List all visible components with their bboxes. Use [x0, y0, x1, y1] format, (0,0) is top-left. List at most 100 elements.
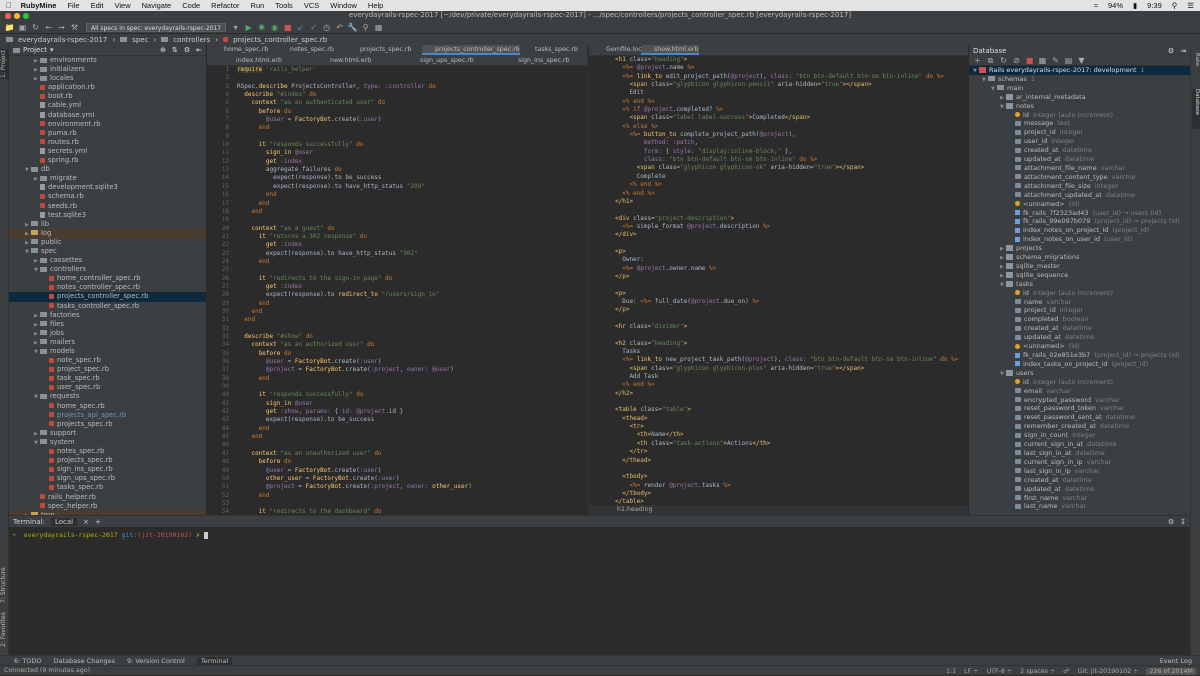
db-tree-item[interactable]: updated_at datetime: [969, 333, 1190, 342]
stop-icon[interactable]: ■: [282, 23, 293, 33]
tree-folder[interactable]: ▶ log: [9, 228, 206, 238]
db-tree-item[interactable]: ▼ notes: [969, 102, 1190, 111]
tree-file[interactable]: boot.rb: [9, 92, 206, 101]
db-tree-item[interactable]: attachment_file_name varchar: [969, 164, 1190, 173]
copy-icon[interactable]: ⧉: [985, 56, 996, 66]
menu-view[interactable]: View: [115, 1, 131, 10]
tree-folder[interactable]: ▶ migrate: [9, 174, 206, 183]
coverage-icon[interactable]: ◉: [269, 23, 280, 33]
lock-icon[interactable]: ☍: [1063, 668, 1069, 675]
tree-file[interactable]: sign_ins_spec.rb: [9, 465, 206, 474]
console-icon[interactable]: ▤: [1063, 56, 1074, 66]
tree-folder[interactable]: ▶ jobs: [9, 329, 206, 338]
tree-file[interactable]: tasks_controller_spec.rb: [9, 302, 206, 311]
tab-gemfile-lock[interactable]: Gemfile.lock: [593, 45, 645, 55]
tool-tab-database[interactable]: Database: [1192, 89, 1200, 129]
crosshair-icon[interactable]: ⊕: [160, 46, 166, 54]
db-tree-item[interactable]: ▶ ar_internal_metadata: [969, 93, 1190, 102]
menu-tools[interactable]: Tools: [275, 1, 293, 10]
db-tree-item[interactable]: fk_rails_7f2323ad43 (user_id) → users (id…: [969, 209, 1190, 218]
db-tree-item[interactable]: remember_created_at datetime: [969, 422, 1190, 431]
tree-file[interactable]: home_controller_spec.rb: [9, 274, 206, 283]
tree-folder[interactable]: ▶ initializers: [9, 65, 206, 74]
db-tree-item[interactable]: completed boolean: [969, 315, 1190, 324]
menu-file[interactable]: File: [67, 1, 79, 10]
db-tree-item[interactable]: index_notes_on_user_id (user_id): [969, 235, 1190, 244]
db-tree-item[interactable]: ▶ sqlite_sequence: [969, 271, 1190, 280]
db-tree-item[interactable]: ▼ Rails everydayrails-rspec-2017: develop…: [969, 66, 1190, 75]
db-tree-item[interactable]: ▶ sqlite_master: [969, 262, 1190, 271]
open-folder-icon[interactable]: 📁: [4, 23, 15, 33]
tree-folder[interactable]: ▶ factories: [9, 311, 206, 320]
tree-file[interactable]: projects_spec.rb: [9, 456, 206, 465]
tree-file[interactable]: secrets.yml: [9, 147, 206, 156]
run-configuration-select[interactable]: All specs in spec: everydayrails-rspec-2…: [86, 23, 227, 32]
minimize-window-button[interactable]: [14, 13, 20, 19]
line-separator[interactable]: LF ÷: [964, 668, 978, 675]
hide-icon[interactable]: ⇤: [196, 46, 202, 54]
db-tree-item[interactable]: created_at datetime: [969, 146, 1190, 155]
db-tree-item[interactable]: <unnamed> (id): [969, 342, 1190, 351]
tab-new-html-erb[interactable]: new.html.erb: [317, 56, 371, 66]
save-icon[interactable]: ▣: [17, 23, 28, 33]
tree-file[interactable]: puma.rb: [9, 129, 206, 138]
table-icon[interactable]: ▦: [1037, 56, 1048, 66]
tree-folder[interactable]: ▶ lib: [9, 220, 206, 229]
vcs-update-icon[interactable]: ↙: [295, 23, 306, 33]
menu-list-icon[interactable]: ☰: [1187, 1, 1194, 10]
build-icon[interactable]: ⚒: [69, 23, 80, 33]
git-branch[interactable]: Git: jit-20190102 ÷: [1078, 668, 1139, 675]
apple-icon[interactable]: : [6, 1, 12, 10]
history-icon[interactable]: ◷: [321, 23, 332, 33]
db-tree-item[interactable]: created_at datetime: [969, 476, 1190, 485]
menu-run[interactable]: Run: [251, 1, 265, 10]
tab-notes-spec[interactable]: notes_spec.rb: [277, 45, 334, 55]
tab-projects-controller-spec[interactable]: projects_controller_spec.rb: [422, 45, 520, 55]
chevron-down-icon[interactable]: ▾: [50, 46, 54, 54]
tree-file[interactable]: environment.rb: [9, 120, 206, 129]
db-tree-item[interactable]: current_sign_in_ip varchar: [969, 458, 1190, 467]
menu-window[interactable]: Window: [330, 1, 357, 10]
db-tree-item[interactable]: index_notes_on_project_id (project_id): [969, 226, 1190, 235]
tree-folder[interactable]: ▶ environments: [9, 56, 206, 65]
tree-file[interactable]: rails_helper.rb: [9, 493, 206, 502]
app-menu[interactable]: RubyMine: [21, 1, 57, 10]
tab-tasks-spec[interactable]: tasks_spec.rb: [522, 45, 578, 55]
run-icon[interactable]: ▶: [243, 23, 254, 33]
menu-refactor[interactable]: Refactor: [211, 1, 239, 10]
db-tree-item[interactable]: sign_in_count integer: [969, 431, 1190, 440]
back-icon[interactable]: ←: [43, 23, 54, 33]
editor-right-breadcrumb[interactable]: h1.heading: [589, 505, 968, 515]
tree-file[interactable]: sign_ups_spec.rb: [9, 474, 206, 483]
tree-folder[interactable]: ▼ spec: [9, 247, 206, 256]
db-tree-item[interactable]: email varchar: [969, 387, 1190, 396]
sync-icon[interactable]: ↻: [30, 23, 41, 33]
wifi-icon[interactable]: ≈: [1094, 1, 1098, 10]
menu-help[interactable]: Help: [368, 1, 383, 10]
db-tree-item[interactable]: project_id integer: [969, 306, 1190, 315]
tree-folder[interactable]: ▼ db: [9, 165, 206, 174]
db-tree-item[interactable]: project_id integer: [969, 128, 1190, 137]
revert-icon[interactable]: ↶: [334, 23, 345, 33]
tree-file[interactable]: task_spec.rb: [9, 374, 206, 383]
tool-tab-todo[interactable]: 6: TODO: [14, 657, 42, 665]
db-tree-item[interactable]: id integer (auto increment): [969, 289, 1190, 298]
vcs-commit-icon[interactable]: ✓: [308, 23, 319, 33]
stop-icon[interactable]: ■: [1024, 56, 1035, 66]
layout-icon[interactable]: ▦: [373, 23, 384, 33]
event-log[interactable]: Event Log: [1160, 657, 1192, 665]
tree-file[interactable]: project_spec.rb: [9, 365, 206, 374]
db-tree-item[interactable]: ▼ users: [969, 369, 1190, 378]
tab-home-spec[interactable]: home_spec.rb: [211, 45, 268, 55]
tool-tab-rake[interactable]: Rake: [1192, 53, 1200, 77]
tab-sign-ins-spec[interactable]: sign_ins_spec.rb: [505, 56, 570, 66]
zoom-window-button[interactable]: [23, 13, 29, 19]
db-tree-item[interactable]: user_id integer: [969, 137, 1190, 146]
tree-file[interactable]: note_spec.rb: [9, 356, 206, 365]
indent-setting[interactable]: 2 spaces ÷: [1020, 668, 1055, 675]
breadcrumb-project[interactable]: everydayrails-rspec-2017: [18, 36, 107, 44]
tree-folder[interactable]: ▶ mailers: [9, 338, 206, 347]
db-tree-item[interactable]: updated_at datetime: [969, 155, 1190, 164]
menu-edit[interactable]: Edit: [91, 1, 104, 10]
db-tree-item[interactable]: attachment_content_type varchar: [969, 173, 1190, 182]
